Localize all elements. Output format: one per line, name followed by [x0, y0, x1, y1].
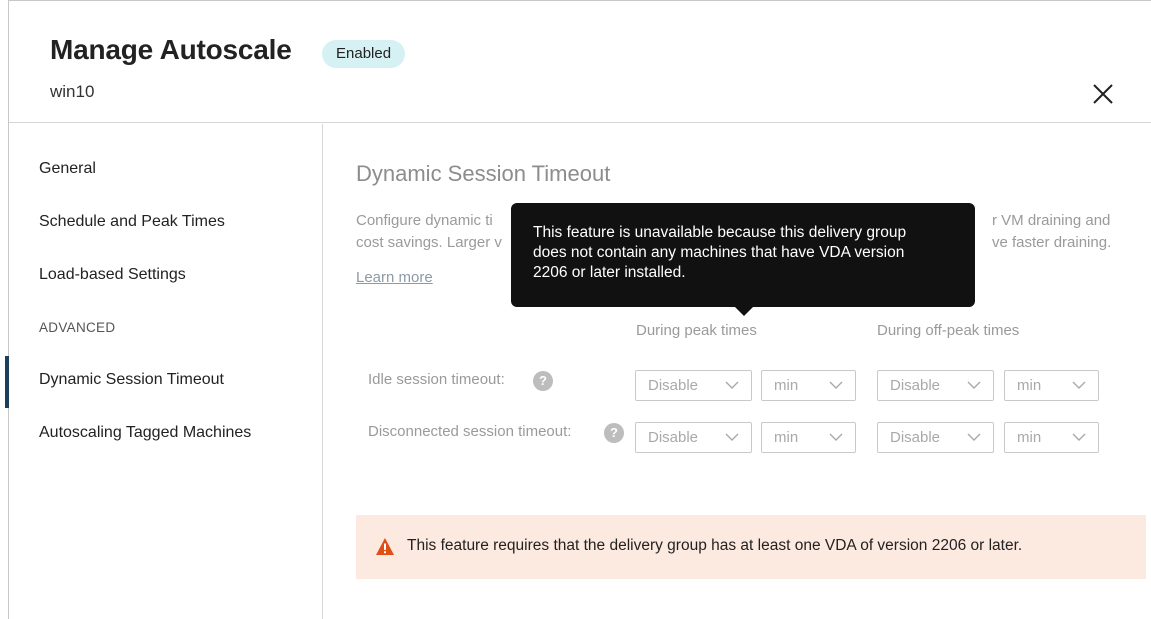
idle-offpeak-value-select[interactable]: Disable	[877, 370, 994, 401]
warning-banner: This feature requires that the delivery …	[356, 515, 1146, 579]
idle-offpeak-value: Disable	[890, 377, 941, 394]
idle-peak-unit: min	[774, 377, 799, 394]
sidebar-nav: General Schedule and Peak Times Load-bas…	[5, 124, 323, 619]
disconnected-offpeak-unit: min	[1017, 429, 1042, 446]
chevron-down-icon	[1072, 433, 1086, 441]
help-icon[interactable]: ?	[533, 371, 553, 391]
sidebar-item-schedule[interactable]: Schedule and Peak Times	[9, 206, 322, 238]
warning-text: This feature requires that the delivery …	[407, 537, 1023, 554]
chevron-down-icon	[725, 381, 739, 389]
unavailable-tooltip: This feature is unavailable because this…	[511, 203, 975, 316]
chevron-down-icon	[829, 381, 843, 389]
idle-offpeak-unit-select[interactable]: min	[1004, 370, 1099, 401]
description-line-1: Configure dynamic ti	[356, 212, 493, 229]
idle-peak-value: Disable	[648, 377, 699, 394]
disconnected-offpeak-value-select[interactable]: Disable	[877, 422, 994, 453]
disconnected-peak-value-select[interactable]: Disable	[635, 422, 752, 453]
idle-peak-unit-select[interactable]: min	[761, 370, 856, 401]
tooltip-line-3: 2206 or later installed.	[533, 264, 686, 281]
dialog-title: Manage Autoscale	[50, 34, 292, 65]
disconnected-peak-unit-select[interactable]: min	[761, 422, 856, 453]
idle-timeout-label: Idle session timeout:	[368, 371, 505, 388]
close-button[interactable]	[1088, 79, 1118, 109]
help-icon[interactable]: ?	[604, 423, 624, 443]
sidebar-item-dynamic-session-timeout[interactable]: Dynamic Session Timeout	[5, 356, 322, 408]
disconnected-peak-unit: min	[774, 429, 799, 446]
description-line-2-end: ve faster draining.	[992, 234, 1112, 251]
idle-offpeak-unit: min	[1017, 377, 1042, 394]
column-header-peak: During peak times	[636, 322, 757, 339]
chevron-down-icon	[967, 433, 981, 441]
disconnected-timeout-label: Disconnected session timeout:	[368, 423, 572, 440]
status-badge: Enabled	[322, 40, 406, 68]
description-line-1-end: r VM draining and	[992, 212, 1111, 229]
tooltip-arrow	[734, 306, 754, 316]
sidebar-heading-advanced: ADVANCED	[39, 320, 116, 335]
warning-triangle-icon	[376, 538, 394, 555]
sidebar-item-load-based[interactable]: Load-based Settings	[9, 259, 322, 291]
column-header-offpeak: During off-peak times	[877, 322, 1020, 339]
tooltip-line-1: This feature is unavailable because this…	[533, 224, 907, 241]
disconnected-offpeak-unit-select[interactable]: min	[1004, 422, 1099, 453]
disconnected-offpeak-value: Disable	[890, 429, 941, 446]
manage-autoscale-dialog: Manage Autoscale Enabled win10 General S…	[5, 0, 1151, 619]
idle-peak-value-select[interactable]: Disable	[635, 370, 752, 401]
disconnected-peak-value: Disable	[648, 429, 699, 446]
chevron-down-icon	[967, 381, 981, 389]
dialog-subtitle: win10	[50, 82, 95, 101]
sidebar-item-general[interactable]: General	[9, 153, 322, 185]
learn-more-link[interactable]: Learn more	[356, 269, 433, 286]
close-icon	[1093, 84, 1113, 104]
section-title: Dynamic Session Timeout	[356, 161, 611, 186]
chevron-down-icon	[829, 433, 843, 441]
tooltip-line-2: does not contain any machines that have …	[533, 244, 905, 261]
dialog-header: Manage Autoscale Enabled win10	[9, 1, 1151, 123]
chevron-down-icon	[1072, 381, 1086, 389]
sidebar-item-autoscaling-tagged[interactable]: Autoscaling Tagged Machines	[9, 417, 322, 449]
chevron-down-icon	[725, 433, 739, 441]
